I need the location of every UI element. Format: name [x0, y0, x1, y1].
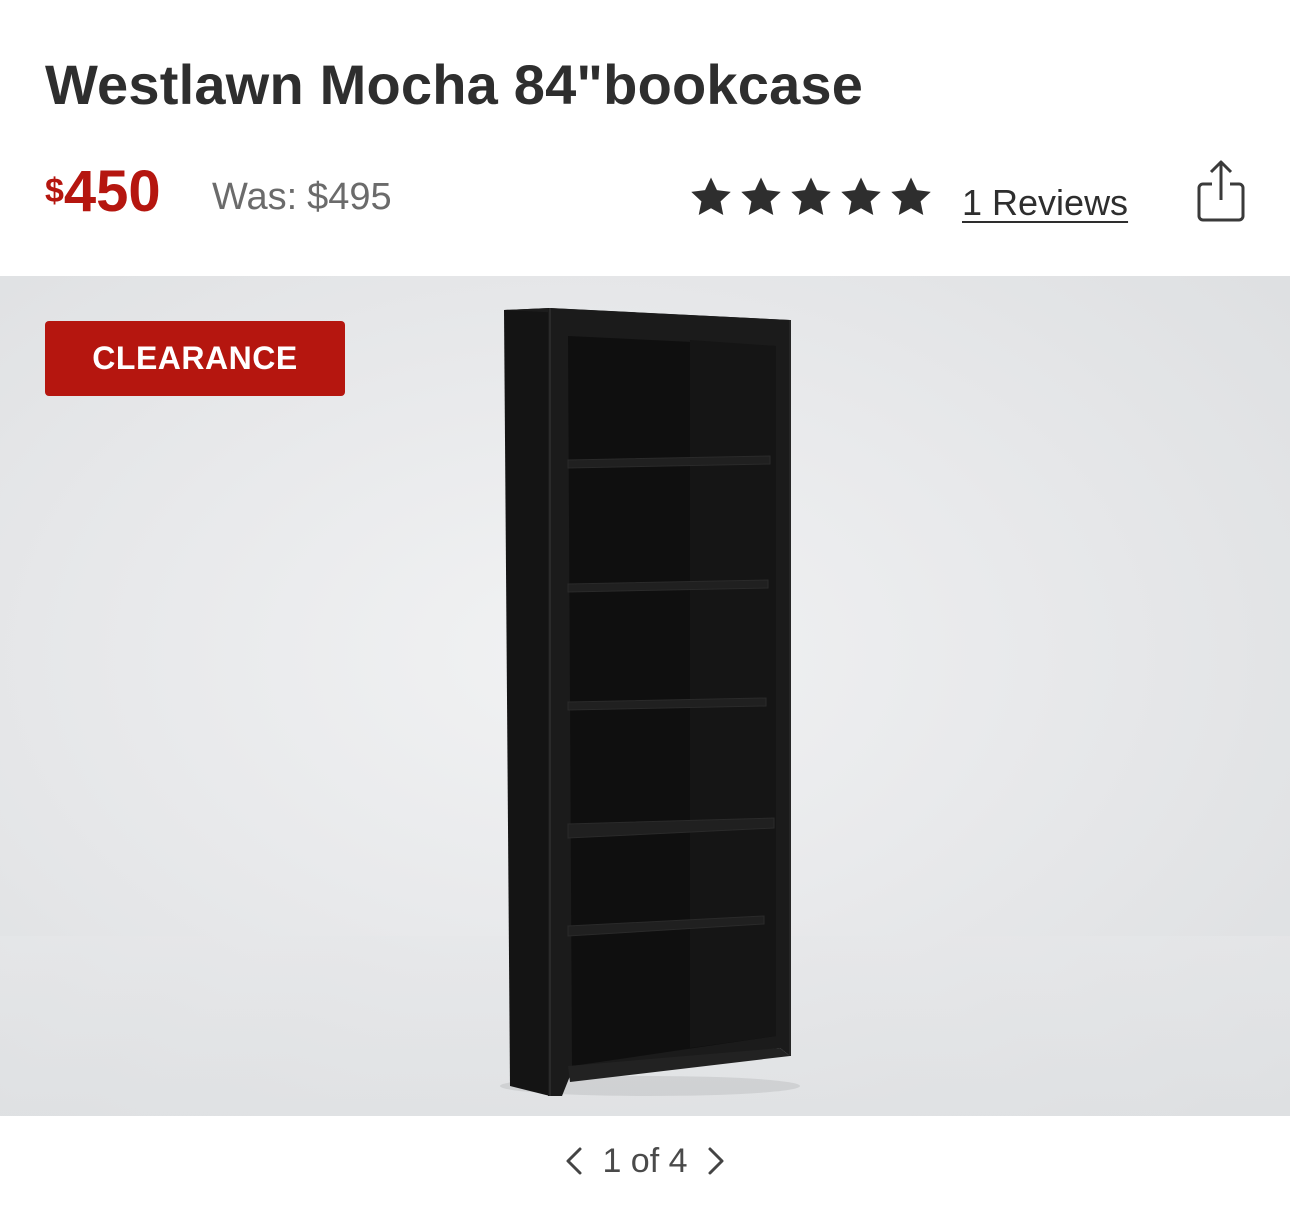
page-indicator: 1 of 4 — [602, 1141, 688, 1180]
chevron-right-icon[interactable] — [702, 1141, 730, 1181]
reviews-link[interactable]: 1 Reviews — [962, 182, 1128, 224]
price-amount: 450 — [63, 159, 161, 224]
rating-stars[interactable] — [688, 174, 934, 224]
product-image-gallery[interactable]: CLEARANCE — [0, 276, 1290, 1116]
star-icon — [741, 177, 781, 216]
star-icon — [791, 177, 831, 216]
share-icon[interactable] — [1195, 158, 1247, 224]
chevron-left-icon[interactable] — [560, 1141, 588, 1181]
was-label: Was: — [212, 176, 298, 218]
sale-price: $450 — [45, 158, 161, 225]
was-amount: $495 — [307, 176, 392, 218]
was-price: Was: $495 — [212, 176, 392, 219]
price-rating-row: $450 Was: $495 1 Reviews — [0, 150, 1290, 240]
gallery-pager: 1 of 4 — [0, 1116, 1290, 1212]
product-image — [500, 308, 800, 1096]
star-icon — [841, 177, 881, 216]
product-title: Westlawn Mocha 84"bookcase — [45, 53, 864, 116]
clearance-badge: CLEARANCE — [45, 321, 345, 396]
star-icon — [691, 177, 731, 216]
star-icon — [891, 177, 931, 216]
price-currency: $ — [45, 172, 64, 210]
